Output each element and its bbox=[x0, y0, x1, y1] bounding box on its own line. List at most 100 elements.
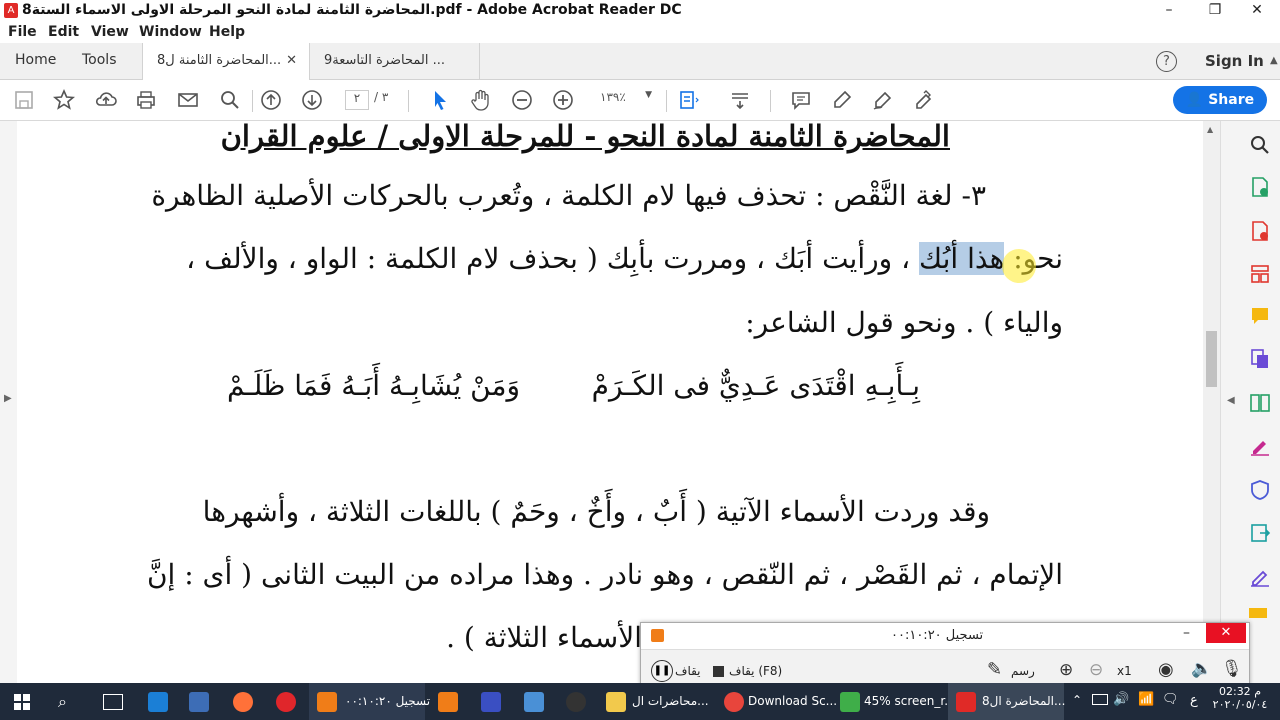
task-view-icon[interactable] bbox=[103, 694, 123, 710]
network-icon[interactable]: 📶 bbox=[1138, 692, 1154, 707]
clock[interactable]: 02:32 م ٢٠٢٠/٠٥/٠٤ bbox=[1210, 685, 1270, 711]
fill-sign-icon[interactable] bbox=[1248, 434, 1272, 458]
zoom-out-icon[interactable] bbox=[510, 88, 534, 112]
find-icon[interactable] bbox=[218, 88, 242, 112]
webcam-icon[interactable]: ◉ bbox=[1158, 659, 1174, 680]
text-run: ، ورأيت أبَك ، ومررت بأبِك ( بحذف لام ال… bbox=[186, 242, 911, 275]
windows-start-icon[interactable] bbox=[14, 694, 30, 710]
highlight-pen-icon[interactable] bbox=[830, 88, 854, 112]
notifications-icon[interactable]: 🗨 bbox=[1162, 692, 1179, 707]
battery-icon[interactable] bbox=[1092, 694, 1108, 705]
comment-icon[interactable] bbox=[789, 88, 813, 112]
app-taskbar-icon[interactable] bbox=[524, 692, 544, 712]
bookmark-star-icon[interactable] bbox=[52, 88, 76, 112]
recorder-zoom-out-icon[interactable]: ⊖ bbox=[1089, 660, 1103, 680]
firefox-icon[interactable] bbox=[233, 692, 253, 712]
page-number-input[interactable]: ٢ bbox=[345, 90, 369, 110]
window-title: 8المحاضرة الثامنة لمادة النحو المرحلة ال… bbox=[22, 2, 682, 18]
email-icon[interactable] bbox=[176, 88, 200, 112]
scroll-mode-icon[interactable] bbox=[728, 88, 752, 112]
upload-cloud-icon[interactable] bbox=[94, 88, 118, 112]
input-language[interactable]: ع bbox=[1190, 693, 1198, 708]
comment-tool-icon[interactable] bbox=[1248, 304, 1272, 328]
save-icon[interactable] bbox=[12, 88, 36, 112]
help-icon[interactable]: ? bbox=[1156, 51, 1177, 72]
draw-freehand-icon[interactable] bbox=[871, 88, 895, 112]
app-taskbar-icon[interactable] bbox=[481, 692, 501, 712]
pause-icon[interactable]: ❚❚ bbox=[651, 660, 673, 682]
close-button[interactable]: ✕ bbox=[1234, 0, 1280, 22]
draw-label[interactable]: رسم bbox=[1011, 664, 1035, 678]
print-icon[interactable] bbox=[134, 88, 158, 112]
export-pdf-icon[interactable] bbox=[1248, 175, 1272, 199]
menu-edit[interactable]: Edit bbox=[48, 24, 79, 40]
chrome-icon bbox=[724, 692, 744, 712]
chevron-up-icon[interactable]: ▲ bbox=[1270, 55, 1278, 66]
share-button[interactable]: 👤 Share bbox=[1173, 86, 1267, 114]
toolbar: ٢ / ٣ ١٣٩٪ ▼ bbox=[0, 80, 1280, 121]
opera-icon[interactable] bbox=[276, 692, 296, 712]
page-heading: المحاضرة الثامنة لمادة النحو - للمرحلة ا… bbox=[220, 121, 950, 153]
menu-window[interactable]: Window bbox=[139, 24, 202, 40]
minimize-button[interactable]: – bbox=[1146, 0, 1192, 22]
select-cursor-icon[interactable] bbox=[428, 88, 452, 112]
scrollbar-thumb[interactable] bbox=[1206, 331, 1217, 387]
stop-label[interactable]: يقاف (F8) bbox=[729, 664, 782, 678]
speaker-icon[interactable]: 🔈 bbox=[1191, 659, 1212, 679]
fit-page-icon[interactable] bbox=[676, 88, 700, 112]
tab-home[interactable]: Home bbox=[15, 52, 56, 68]
collapse-panel-icon[interactable]: ◀ bbox=[1227, 395, 1235, 406]
sign-in-link[interactable]: Sign In bbox=[1205, 52, 1264, 70]
zoom-select[interactable]: ١٣٩٪ ▼ bbox=[600, 90, 654, 104]
taskbar-acrobat[interactable]: 8المحاضرة ال... bbox=[948, 683, 1065, 720]
taskbar-chrome[interactable]: Download Sc... bbox=[716, 683, 837, 720]
organize-pages-icon[interactable] bbox=[1248, 391, 1272, 415]
menu-help[interactable]: Help bbox=[209, 24, 245, 40]
vertical-scrollbar[interactable]: ▲ bbox=[1203, 121, 1220, 683]
search-taskbar-icon[interactable]: ⌕ bbox=[58, 692, 67, 712]
tab-document-2[interactable]: 9المحاضرة التاسعة ... bbox=[310, 43, 480, 79]
hand-tool-icon[interactable] bbox=[469, 88, 493, 112]
edit-pdf-icon[interactable] bbox=[1248, 262, 1272, 286]
menu-view[interactable]: View bbox=[91, 24, 129, 40]
pen-icon[interactable]: ✎ bbox=[987, 659, 1002, 680]
previous-page-icon[interactable] bbox=[259, 88, 283, 112]
add-person-icon: 👤 bbox=[1185, 92, 1209, 108]
menu-file[interactable]: File bbox=[8, 24, 37, 40]
taskbar-screen-recorder[interactable]: 45% screen_r... bbox=[832, 683, 956, 720]
taskbar-item-label: محاضرات ال... bbox=[632, 694, 709, 708]
tab-tools[interactable]: Tools bbox=[82, 52, 117, 68]
sign-icon[interactable] bbox=[912, 88, 936, 112]
restore-button[interactable]: ❐ bbox=[1192, 0, 1238, 22]
search-icon[interactable] bbox=[1248, 133, 1272, 157]
create-pdf-icon[interactable] bbox=[1248, 219, 1272, 243]
next-page-icon[interactable] bbox=[300, 88, 324, 112]
combine-files-icon[interactable] bbox=[1248, 347, 1272, 371]
close-tab-icon[interactable]: ✕ bbox=[286, 43, 297, 79]
more-tools-icon[interactable] bbox=[1249, 608, 1267, 618]
microphone-icon[interactable]: 🎙 bbox=[1221, 659, 1243, 679]
export-icon[interactable] bbox=[1248, 521, 1272, 545]
app-taskbar-icon[interactable] bbox=[566, 692, 586, 712]
highlighted-selection[interactable]: هذا أبُك bbox=[919, 242, 1005, 275]
taskbar-folder[interactable]: محاضرات ال... bbox=[598, 683, 716, 720]
expand-left-panel-icon[interactable]: ▶ bbox=[4, 393, 12, 404]
zoom-in-icon[interactable] bbox=[551, 88, 575, 112]
taskbar-recorder[interactable]: تسجيل ٠٠:١٠:٢٠ bbox=[309, 683, 430, 720]
recorder-close-button[interactable]: ✕ bbox=[1206, 623, 1246, 643]
volume-icon[interactable]: 🔊 bbox=[1113, 692, 1129, 707]
recorder-minimize-button[interactable]: – bbox=[1183, 625, 1190, 641]
edge-icon[interactable] bbox=[148, 692, 168, 712]
pause-label[interactable]: يقاف bbox=[675, 664, 701, 678]
tab-document-active[interactable]: 8المحاضرة الثامنة ل... ✕ bbox=[142, 43, 310, 80]
recorder-app-taskbar-icon[interactable] bbox=[438, 692, 458, 712]
recording-timer: تسجيل ٠٠:١٠:٢٠ bbox=[891, 628, 984, 643]
scroll-up-icon[interactable]: ▲ bbox=[1207, 125, 1213, 134]
tray-chevron-icon[interactable]: ⌃ bbox=[1072, 693, 1082, 707]
protect-shield-icon[interactable] bbox=[1248, 478, 1272, 502]
recorder-zoom-in-icon[interactable]: ⊕ bbox=[1059, 660, 1073, 680]
stop-icon[interactable] bbox=[713, 666, 724, 677]
store-icon[interactable] bbox=[189, 692, 209, 712]
signature-pen-icon[interactable] bbox=[1248, 565, 1272, 589]
paragraph-line: نحو: هذا أبُك ، ورأيت أبَك ، ومررت بأبِك… bbox=[186, 242, 1063, 275]
